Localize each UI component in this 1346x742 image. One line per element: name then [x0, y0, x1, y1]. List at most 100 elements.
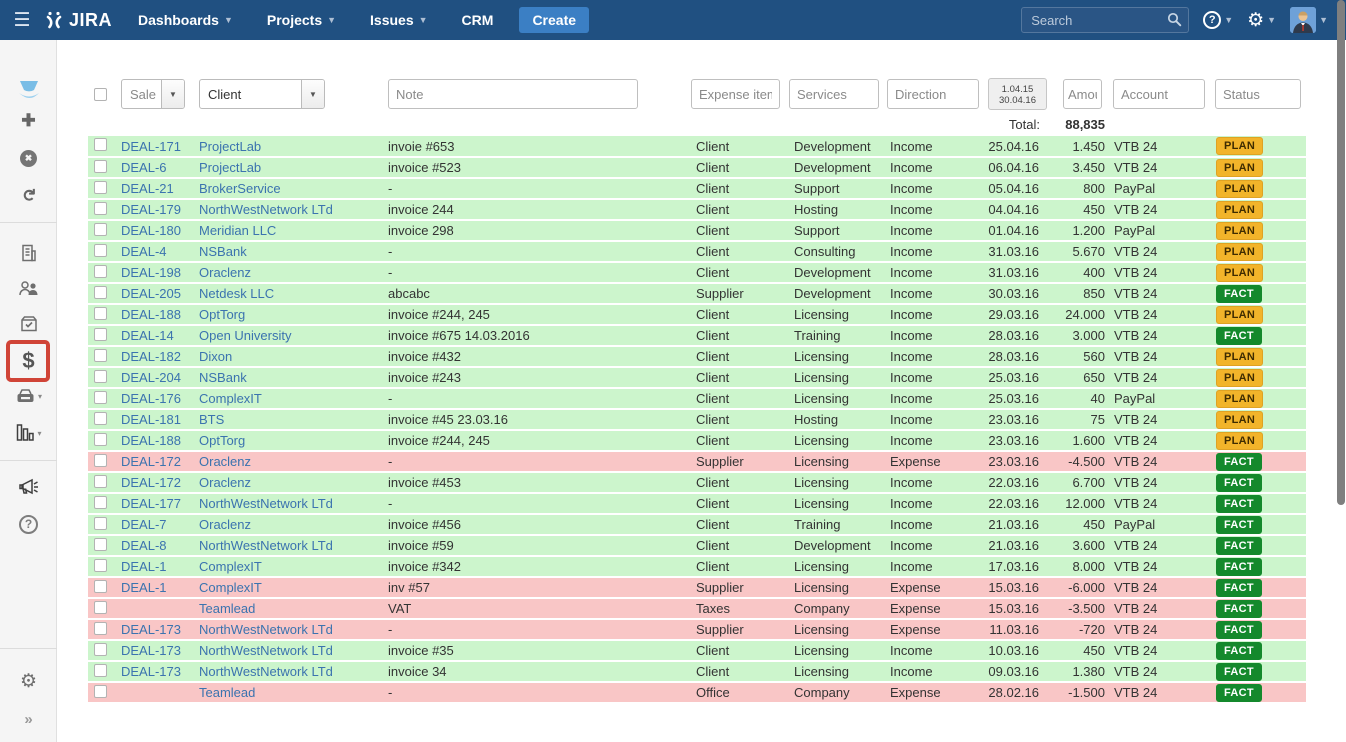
- company-link[interactable]: Oraclenz: [199, 454, 251, 469]
- row-checkbox[interactable]: [94, 454, 107, 467]
- print-icon[interactable]: ▾: [0, 381, 57, 411]
- deal-key-link[interactable]: DEAL-1: [121, 580, 167, 595]
- row-checkbox[interactable]: [94, 307, 107, 320]
- client-filter-select[interactable]: Client ▼: [199, 79, 325, 109]
- date-range-filter[interactable]: 1.04.15 30.04.16: [988, 78, 1047, 110]
- settings-icon[interactable]: ⚙: [0, 666, 57, 696]
- company-link[interactable]: Teamlead: [199, 601, 255, 616]
- row-checkbox[interactable]: [94, 412, 107, 425]
- row-checkbox[interactable]: [94, 538, 107, 551]
- deal-key-link[interactable]: DEAL-188: [121, 433, 181, 448]
- collapse-icon[interactable]: »: [0, 704, 57, 734]
- deal-key-link[interactable]: DEAL-172: [121, 475, 181, 490]
- chevron-down-icon[interactable]: ▼: [161, 80, 184, 108]
- app-switcher-icon[interactable]: ☰: [0, 9, 44, 32]
- deal-key-link[interactable]: DEAL-173: [121, 664, 181, 679]
- amount-filter-input[interactable]: [1063, 79, 1102, 109]
- deal-key-link[interactable]: DEAL-180: [121, 223, 181, 238]
- row-checkbox[interactable]: [94, 685, 107, 698]
- help-menu[interactable]: ? ▼: [1203, 11, 1233, 29]
- row-checkbox[interactable]: [94, 559, 107, 572]
- row-checkbox[interactable]: [94, 580, 107, 593]
- company-link[interactable]: OptTorg: [199, 307, 245, 322]
- deal-key-link[interactable]: DEAL-171: [121, 139, 181, 154]
- deal-key-link[interactable]: DEAL-205: [121, 286, 181, 301]
- row-checkbox[interactable]: [94, 223, 107, 236]
- deal-key-link[interactable]: DEAL-7: [121, 517, 167, 532]
- deal-key-link[interactable]: DEAL-204: [121, 370, 181, 385]
- company-link[interactable]: NorthWestNetwork LTd: [199, 622, 333, 637]
- reports-icon[interactable]: ▾: [0, 418, 57, 448]
- contacts-icon[interactable]: [0, 273, 57, 303]
- companies-icon[interactable]: [0, 238, 57, 268]
- row-checkbox[interactable]: [94, 286, 107, 299]
- help-icon[interactable]: ?: [0, 509, 57, 539]
- company-link[interactable]: NorthWestNetwork LTd: [199, 664, 333, 679]
- company-link[interactable]: OptTorg: [199, 433, 245, 448]
- chevron-down-icon[interactable]: ▼: [301, 80, 324, 108]
- row-checkbox[interactable]: [94, 370, 107, 383]
- company-link[interactable]: NorthWestNetwork LTd: [199, 538, 333, 553]
- company-link[interactable]: NSBank: [199, 370, 247, 385]
- row-checkbox[interactable]: [94, 138, 107, 151]
- row-checkbox[interactable]: [94, 496, 107, 509]
- transactions-icon[interactable]: $: [0, 346, 57, 376]
- settings-menu[interactable]: ⚙ ▼: [1247, 11, 1276, 30]
- row-checkbox[interactable]: [94, 181, 107, 194]
- company-link[interactable]: NorthWestNetwork LTd: [199, 202, 333, 217]
- deal-key-link[interactable]: DEAL-176: [121, 391, 181, 406]
- company-link[interactable]: Open University: [199, 328, 291, 343]
- deal-key-link[interactable]: DEAL-6: [121, 160, 167, 175]
- company-link[interactable]: NSBank: [199, 244, 247, 259]
- status-filter-input[interactable]: [1215, 79, 1301, 109]
- nav-issues[interactable]: Issues▼: [370, 12, 428, 28]
- nav-dashboards[interactable]: Dashboards▼: [138, 12, 233, 28]
- deal-key-link[interactable]: DEAL-1: [121, 559, 167, 574]
- note-filter-input[interactable]: [388, 79, 638, 109]
- row-checkbox[interactable]: [94, 433, 107, 446]
- select-all-checkbox[interactable]: [94, 88, 107, 101]
- redo-icon[interactable]: ↺: [0, 180, 57, 210]
- row-checkbox[interactable]: [94, 601, 107, 614]
- company-link[interactable]: NorthWestNetwork LTd: [199, 496, 333, 511]
- company-link[interactable]: ComplexIT: [199, 391, 262, 406]
- close-icon[interactable]: ✖: [0, 143, 57, 173]
- services-filter-input[interactable]: [789, 79, 879, 109]
- products-icon[interactable]: [0, 309, 57, 339]
- direction-filter-input[interactable]: [887, 79, 979, 109]
- account-filter-input[interactable]: [1113, 79, 1205, 109]
- deal-key-link[interactable]: DEAL-14: [121, 328, 174, 343]
- company-link[interactable]: Oraclenz: [199, 265, 251, 280]
- company-link[interactable]: Oraclenz: [199, 517, 251, 532]
- vertical-scrollbar-thumb[interactable]: [1337, 0, 1345, 505]
- company-link[interactable]: BTS: [199, 412, 224, 427]
- row-checkbox[interactable]: [94, 349, 107, 362]
- deal-key-link[interactable]: DEAL-188: [121, 307, 181, 322]
- company-link[interactable]: Netdesk LLC: [199, 286, 274, 301]
- jira-logo[interactable]: JIRA: [44, 10, 112, 31]
- company-link[interactable]: NorthWestNetwork LTd: [199, 643, 333, 658]
- row-checkbox[interactable]: [94, 643, 107, 656]
- create-button[interactable]: Create: [519, 7, 589, 33]
- company-link[interactable]: Meridian LLC: [199, 223, 276, 238]
- deal-key-link[interactable]: DEAL-173: [121, 622, 181, 637]
- company-link[interactable]: ProjectLab: [199, 160, 261, 175]
- deal-key-link[interactable]: DEAL-173: [121, 643, 181, 658]
- teamlead-logo-icon[interactable]: [0, 75, 57, 105]
- user-menu[interactable]: ▼: [1290, 7, 1328, 33]
- row-checkbox[interactable]: [94, 664, 107, 677]
- row-checkbox[interactable]: [94, 244, 107, 257]
- deal-key-link[interactable]: DEAL-172: [121, 454, 181, 469]
- deal-key-link[interactable]: DEAL-4: [121, 244, 167, 259]
- company-link[interactable]: Dixon: [199, 349, 232, 364]
- sale-filter-select[interactable]: Sale ▼: [121, 79, 185, 109]
- deal-key-link[interactable]: DEAL-182: [121, 349, 181, 364]
- deal-key-link[interactable]: DEAL-21: [121, 181, 174, 196]
- announcements-icon[interactable]: [0, 472, 57, 502]
- company-link[interactable]: Oraclenz: [199, 475, 251, 490]
- search-icon[interactable]: [1167, 12, 1182, 27]
- row-checkbox[interactable]: [94, 265, 107, 278]
- row-checkbox[interactable]: [94, 391, 107, 404]
- search-input[interactable]: [1021, 7, 1189, 33]
- row-checkbox[interactable]: [94, 328, 107, 341]
